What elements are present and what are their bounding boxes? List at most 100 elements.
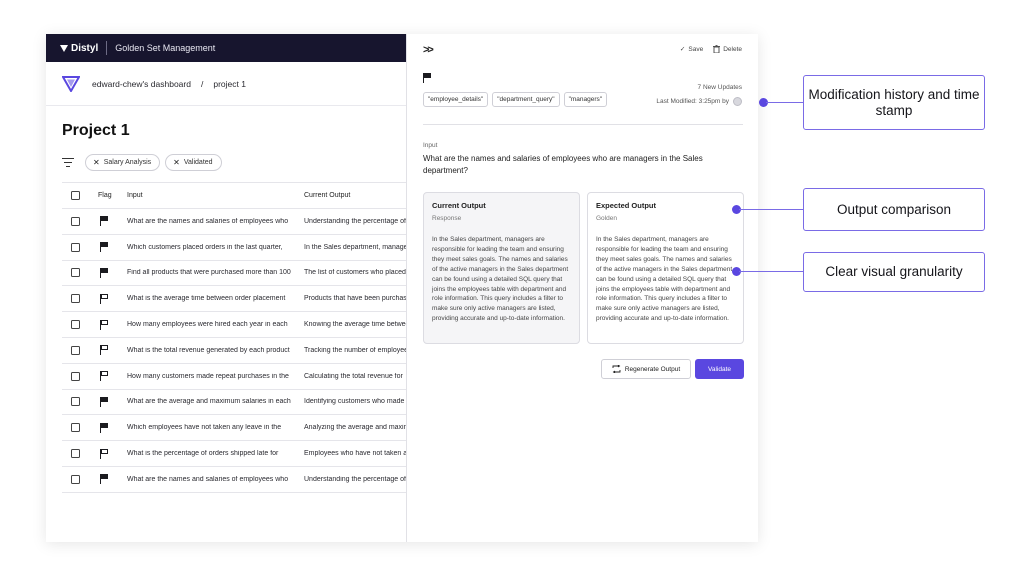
- column-header-output[interactable]: Current Output: [304, 192, 350, 199]
- app-title: Golden Set Management: [115, 43, 216, 53]
- row-checkbox[interactable]: [71, 371, 80, 381]
- row-checkbox[interactable]: [71, 268, 80, 278]
- row-output: Calculating the total revenue for: [304, 372, 403, 380]
- flag-icon: [100, 396, 109, 407]
- flag-icon: [100, 474, 109, 485]
- row-checkbox[interactable]: [71, 423, 80, 433]
- filter-chip[interactable]: ✕ Validated: [165, 154, 222, 171]
- row-checkbox[interactable]: [71, 397, 80, 407]
- current-output-text: In the Sales department, managers are re…: [432, 236, 569, 323]
- column-header-input[interactable]: Input: [127, 192, 143, 199]
- row-checkbox[interactable]: [71, 216, 80, 226]
- table-row[interactable]: What are the names and salaries of emplo…: [62, 209, 422, 235]
- table-row[interactable]: Which employees have not taken any leave…: [62, 415, 422, 442]
- row-checkbox[interactable]: [71, 449, 80, 459]
- flag-toggle[interactable]: [100, 422, 114, 433]
- row-output: Knowing the average time between: [304, 321, 408, 329]
- table-row[interactable]: What is the total revenue generated by e…: [62, 338, 422, 364]
- table-row[interactable]: How many customers made repeat purchases…: [62, 364, 422, 390]
- table-row[interactable]: Which customers placed orders in the las…: [62, 235, 422, 261]
- row-input: What are the names and salaries of emplo…: [127, 475, 289, 483]
- expected-output-text[interactable]: In the Sales department, managers are re…: [596, 235, 735, 324]
- table-row[interactable]: What is the average time between order p…: [62, 286, 422, 313]
- current-output-subtitle: Response: [432, 215, 462, 222]
- flag-toggle[interactable]: [100, 371, 114, 382]
- row-checkbox[interactable]: [71, 320, 80, 330]
- save-label: Save: [688, 45, 704, 53]
- tag-chip[interactable]: "employee_details": [423, 92, 489, 107]
- validate-label: Validate: [707, 365, 731, 373]
- canvas: Distyl Golden Set Management edward-chew…: [0, 0, 1024, 576]
- row-checkbox[interactable]: [71, 242, 80, 252]
- breadcrumb-dashboard[interactable]: edward-chew's dashboard: [92, 79, 191, 89]
- brand-name: Distyl: [71, 42, 99, 54]
- flag-toggle[interactable]: [100, 345, 114, 356]
- expected-output-card[interactable]: Expected Output Golden In the Sales depa…: [587, 192, 744, 344]
- flag-icon: [100, 448, 109, 459]
- breadcrumb-separator: /: [200, 78, 204, 89]
- annotation-comparison: Output comparison: [803, 188, 985, 231]
- row-output: The list of customers who placed: [304, 269, 406, 277]
- flag-toggle[interactable]: [100, 216, 114, 227]
- breadcrumb-project[interactable]: project 1: [213, 79, 246, 89]
- tag-chip[interactable]: "managers": [563, 92, 608, 107]
- column-header-flag[interactable]: Flag: [98, 192, 112, 199]
- flag-toggle[interactable]: [100, 474, 114, 485]
- flag-toggle[interactable]: [100, 319, 114, 330]
- flag-toggle[interactable]: [423, 73, 432, 83]
- row-input: Which employees have not taken any leave…: [127, 424, 282, 432]
- row-input: What are the average and maximum salarie…: [127, 398, 291, 406]
- table-row[interactable]: Find all products that were purchased mo…: [62, 261, 422, 287]
- row-input: How many employees were hired each year …: [127, 321, 288, 329]
- row-output: Understanding the percentage of: [304, 217, 406, 225]
- input-label: Input: [423, 142, 438, 149]
- flag-toggle[interactable]: [100, 448, 114, 459]
- collapse-panel-icon[interactable]: >>: [423, 44, 434, 56]
- row-input: How many customers made repeat purchases…: [127, 372, 289, 380]
- table-row[interactable]: What is the percentage of orders shipped…: [62, 441, 422, 467]
- flag-icon: [423, 73, 432, 83]
- filter-icon[interactable]: [62, 157, 74, 168]
- flag-icon: [100, 293, 109, 304]
- table-row[interactable]: What are the average and maximum salarie…: [62, 390, 422, 416]
- table-row[interactable]: How many employees were hired each year …: [62, 312, 422, 338]
- row-checkbox[interactable]: [71, 474, 80, 484]
- flag-icon: [100, 371, 109, 382]
- regenerate-output-button[interactable]: Regenerate Output: [601, 359, 691, 379]
- breadcrumb: edward-chew's dashboard / project 1: [46, 62, 406, 106]
- flag-toggle[interactable]: [100, 293, 114, 304]
- delete-label: Delete: [723, 45, 742, 53]
- workspace-logo-icon[interactable]: [62, 75, 80, 92]
- input-question: What are the names and salaries of emplo…: [423, 154, 703, 175]
- select-all-checkbox[interactable]: [71, 191, 80, 200]
- annotation-connector: [766, 102, 803, 103]
- close-icon[interactable]: ✕: [173, 158, 180, 167]
- row-checkbox[interactable]: [71, 345, 80, 355]
- row-output: Analyzing the average and maximum: [304, 424, 408, 432]
- row-checkbox[interactable]: [71, 294, 80, 304]
- expected-output-title: Expected Output: [596, 201, 657, 210]
- flag-toggle[interactable]: [100, 242, 114, 253]
- brand-logo[interactable]: Distyl: [60, 43, 98, 54]
- close-icon[interactable]: ✕: [93, 158, 100, 167]
- last-modified-text: Last Modified: 3:25pm by: [656, 98, 729, 105]
- save-button[interactable]: ✓ Save: [680, 45, 704, 54]
- flag-icon: [100, 319, 109, 330]
- delete-button[interactable]: Delete: [713, 45, 742, 53]
- validate-button[interactable]: Validate: [695, 359, 744, 379]
- annotation-connector: [739, 271, 803, 272]
- current-output-card: Current Output Response In the Sales dep…: [423, 192, 580, 344]
- filter-chip[interactable]: ✕ Salary Analysis: [85, 154, 161, 171]
- table-row[interactable]: What are the names and salaries of emplo…: [62, 467, 422, 493]
- filter-chip-label: Validated: [183, 159, 213, 166]
- flag-toggle[interactable]: [100, 267, 114, 278]
- avatar[interactable]: [733, 97, 742, 106]
- update-count[interactable]: 7 New Updates: [698, 84, 742, 91]
- topbar-divider: [106, 41, 108, 55]
- flag-icon: [100, 267, 109, 278]
- flag-icon: [100, 216, 109, 227]
- flag-toggle[interactable]: [100, 396, 114, 407]
- expected-output-subtitle: Golden: [596, 215, 617, 222]
- tag-chip[interactable]: "department_query": [492, 92, 560, 107]
- table-body: What are the names and salaries of emplo…: [62, 209, 422, 493]
